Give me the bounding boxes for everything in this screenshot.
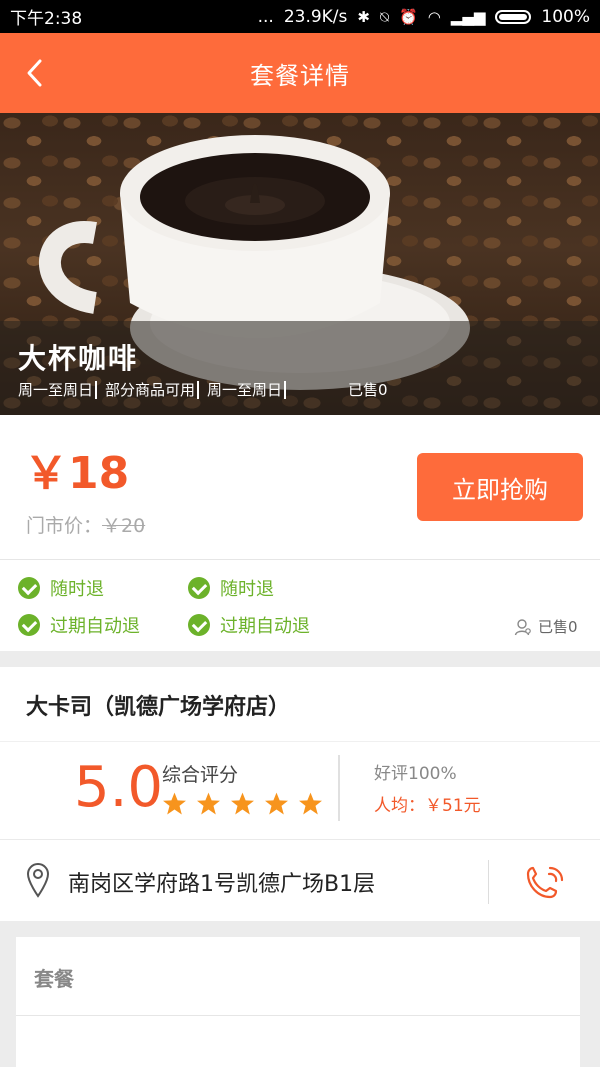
tag-label: 部分商品可用: [105, 381, 196, 399]
back-button[interactable]: [18, 55, 54, 91]
original-price: 门市价：￥20: [26, 511, 145, 538]
check-icon: [18, 614, 40, 636]
average-price: 人均：￥51元: [374, 796, 481, 816]
feature-item: 过期自动退: [18, 612, 140, 638]
buy-now-button[interactable]: 立即抢购: [417, 453, 583, 521]
hero-sold-count: 已售0: [348, 381, 388, 399]
star-icon: [231, 792, 254, 815]
tag-separator: [197, 380, 200, 399]
user-icon: [514, 618, 531, 635]
star-icon: [299, 792, 322, 815]
wifi-icon: ◠: [427, 7, 441, 26]
feature-label: 过期自动退: [220, 616, 310, 637]
sold-count-label: 已售0: [538, 618, 578, 636]
status-time: 下午2:38: [10, 9, 83, 29]
bluetooth-icon: ✱: [357, 7, 370, 26]
feature-item: 随时退: [18, 575, 104, 601]
shop-section[interactable]: 大卡司（凯德广场学府店） 5.0 综合评分 好评100% 人均：￥51元: [0, 667, 600, 839]
status-bar: 下午2:38 ... 23.9K/s ✱ ⍉ ⏰ ◠ ▂▄▆ 100%: [0, 0, 600, 33]
product-tags: 周一至周日 部分商品可用 周一至周日: [18, 379, 294, 400]
package-title: 套餐: [34, 967, 74, 991]
good-rate: 好评100%: [374, 764, 457, 784]
shop-address[interactable]: 南岗区学府路1号凯德广场B1层: [68, 866, 375, 898]
address-section: 南岗区学府路1号凯德广场B1层: [0, 839, 600, 921]
current-price: ￥18: [24, 448, 130, 499]
refund-policy-section: 随时退 随时退 过期自动退 过期自动退 已售0: [0, 559, 600, 651]
tag-label: 周一至周日: [18, 381, 94, 399]
star-icon: [265, 792, 288, 815]
product-name: 大杯咖啡: [18, 342, 139, 375]
chevron-left-icon: [27, 59, 42, 87]
phone-call-button[interactable]: [522, 864, 568, 904]
status-icons: ... 23.9K/s ✱ ⍉ ⏰ ◠ ▂▄▆ 100%: [258, 7, 590, 27]
feature-label: 随时退: [50, 579, 104, 600]
sold-count: 已售0: [514, 616, 578, 637]
more-dots: ...: [257, 6, 274, 27]
rating-stars: [162, 791, 323, 816]
alarm-icon: ⏰: [399, 7, 418, 26]
rating-label: 综合评分: [162, 764, 239, 786]
check-icon: [188, 614, 210, 636]
battery-icon: [495, 9, 532, 24]
top-bar: 套餐详情: [0, 33, 600, 113]
page-title: 套餐详情: [250, 61, 350, 90]
tag-separator: [284, 380, 287, 399]
rating-score: 5.0: [74, 755, 164, 820]
signal-icon: ▂▄▆: [450, 7, 486, 26]
tag-label: 周一至周日: [207, 381, 283, 399]
divider: [0, 741, 600, 742]
network-speed: 23.9K/s: [283, 6, 348, 27]
check-icon: [188, 577, 210, 599]
divider: [16, 1015, 580, 1016]
feature-label: 过期自动退: [50, 616, 140, 637]
divider: [488, 860, 489, 904]
divider: [338, 755, 340, 821]
price-section: ￥18 门市价：￥20 立即抢购: [0, 415, 600, 559]
tag-separator: [95, 380, 98, 399]
battery-percent: 100%: [541, 6, 590, 27]
original-price-label: 门市价：: [26, 515, 103, 537]
location-pin-icon: [26, 863, 50, 898]
feature-item: 过期自动退: [188, 612, 310, 638]
original-price-value: ￥20: [102, 515, 146, 537]
package-section: 套餐: [16, 937, 580, 1067]
mute-icon: ⍉: [379, 7, 389, 26]
shop-name[interactable]: 大卡司（凯德广场学府店）: [26, 689, 290, 721]
star-icon: [163, 792, 186, 815]
product-image: 大杯咖啡 周一至周日 部分商品可用 周一至周日 已售0: [0, 113, 600, 415]
star-icon: [197, 792, 220, 815]
feature-item: 随时退: [188, 575, 274, 601]
feature-label: 随时退: [220, 579, 274, 600]
check-icon: [18, 577, 40, 599]
